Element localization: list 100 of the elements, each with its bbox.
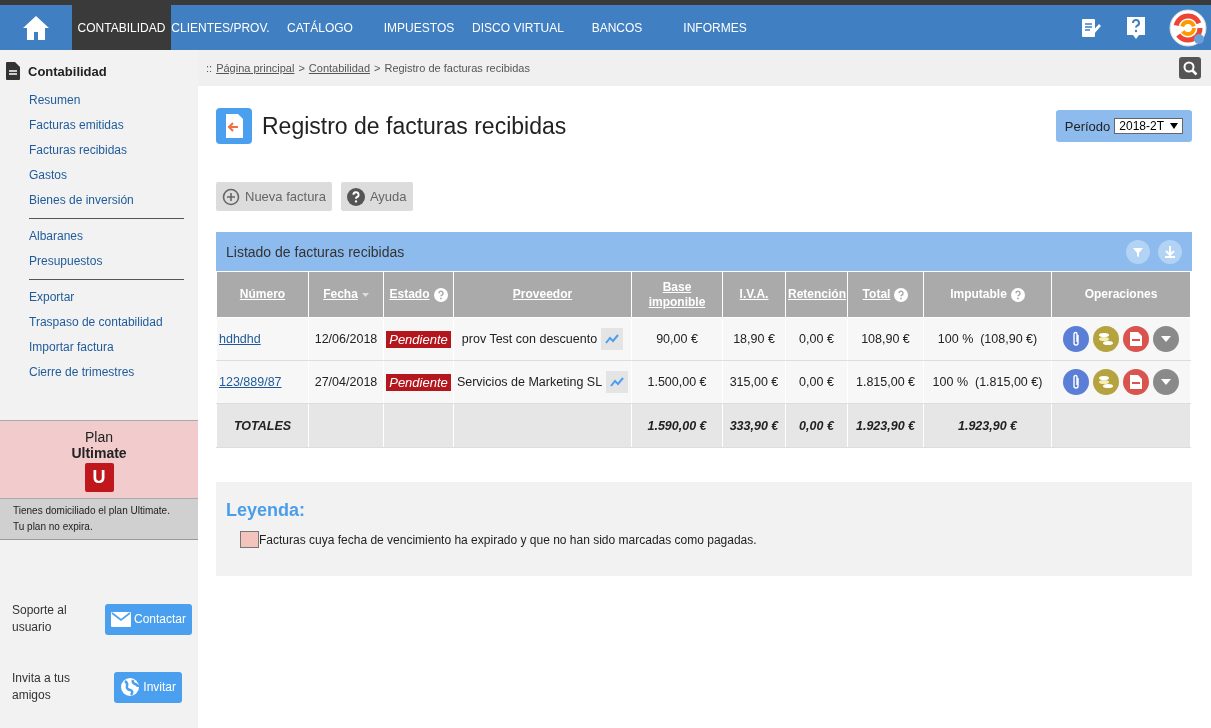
trend-icon [605,334,620,344]
table-cell: 0,00 € [785,317,848,361]
breadcrumb-separator: > [298,62,305,74]
column-header[interactable]: Fecha [308,271,384,318]
breadcrumb-link[interactable]: Página principal [216,62,295,74]
help-button[interactable]: Ayuda [340,182,413,211]
supplier-name: Servicios de Marketing SL [456,374,603,390]
column-header[interactable]: Proveedor [453,271,632,318]
table-cell: 12/06/2018 [308,317,384,361]
invite-button[interactable]: Invitar [114,671,182,703]
table-cell: 1.923,90 € [923,403,1052,448]
plan-name: Ultimate [71,445,127,461]
invoice-link[interactable]: hdhdhd [219,332,261,346]
invoice-link[interactable]: 123/889/87 [219,375,282,389]
pdf-button[interactable] [1123,326,1149,352]
column-header: Operaciones [1051,271,1191,318]
table-cell: 100 % (108,90 €) [923,317,1052,361]
sidebar-link[interactable]: Facturas recibidas [0,138,198,163]
breadcrumb-current: Registro de facturas recibidas [384,62,530,74]
download-icon [1158,239,1182,264]
nav-tab[interactable]: IMPUESTOS [370,5,468,50]
table-cell: 1.815,00 € [847,360,924,404]
table-cell: 1.590,00 € [631,403,723,448]
sidebar-link[interactable]: Facturas emitidas [0,113,198,138]
globe-icon [120,677,141,697]
period-label: Período [1064,118,1111,134]
help-button[interactable] [1125,14,1147,41]
table-cell: 333,90 € [722,403,786,448]
more-button[interactable] [1153,369,1179,395]
supplier-name: prov Test con descuento [461,331,598,347]
avatar-button[interactable] [1169,8,1207,47]
column-header[interactable]: I.V.A. [722,271,786,318]
breadcrumb-link[interactable]: Contabilidad [308,62,370,74]
chart-button[interactable] [601,328,624,350]
pdf-button[interactable] [1123,369,1149,395]
document-icon [1130,375,1142,389]
nav-tab[interactable]: BANCOS [568,5,666,50]
attach-button[interactable] [1063,326,1089,352]
sidebar-link[interactable]: Traspaso de contabilidad [0,310,198,335]
plus-circle-icon [222,187,240,206]
column-header[interactable]: Retención [785,271,848,318]
sidebar-link[interactable]: Presupuestos [0,249,198,274]
sidebar-link[interactable]: Cierre de trimestres [0,360,198,385]
period-select[interactable]: 2018-2T [1114,118,1183,134]
table-cell: 108,90 € [847,317,924,361]
nav-tab[interactable]: CATÁLOGO [270,5,370,50]
home-icon [22,14,50,41]
table-cell: 1.923,90 € [847,403,924,448]
contact-button[interactable]: Contactar [104,603,192,635]
breadcrumb-separator: :: [206,62,213,74]
download-button[interactable] [1158,239,1182,264]
nav-tab[interactable]: CONTABILIDAD [72,5,171,50]
table-cell: 1.500,00 € [631,360,723,404]
search-icon [1182,60,1198,76]
coins-icon [1098,374,1114,390]
table-cell: 0,00 € [785,403,848,448]
filter-button[interactable] [1126,239,1150,264]
sidebar-link[interactable]: Importar factura [0,335,198,360]
payment-button[interactable] [1093,369,1119,395]
sidebar-link[interactable]: Bienes de inversión [0,188,198,213]
table-cell: 18,90 € [722,317,786,361]
column-header[interactable]: Base imponible [631,271,723,318]
invoice-icon [216,108,252,144]
nav-tab[interactable]: INFORMES [666,5,764,50]
document-icon [1130,332,1142,346]
payment-button[interactable] [1093,326,1119,352]
support-text: Soporte al usuario [12,602,68,636]
table-cell: 90,00 € [631,317,723,361]
sidebar-link[interactable]: Exportar [0,285,198,310]
nav-tab[interactable]: DISCO VIRTUAL [468,5,568,50]
sidebar-title: Contabilidad [28,63,107,79]
paperclip-icon [1071,331,1081,347]
chart-button[interactable] [606,371,629,393]
plan-note: Tienes domiciliado el plan Ultimate. Tu plan no expira. [0,499,198,540]
more-button[interactable] [1153,326,1179,352]
column-header[interactable]: Estado [383,271,454,318]
filter-icon [1126,239,1150,264]
sidebar-link[interactable]: Gastos [0,163,198,188]
sidebar-link[interactable]: Resumen [0,88,198,113]
plan-badge: U [84,463,114,492]
status-badge: Pendiente [386,373,451,391]
attach-button[interactable] [1063,369,1089,395]
sidebar-link[interactable]: Albaranes [0,224,198,249]
new-invoice-button[interactable]: Nueva factura [216,182,332,211]
coins-icon [1098,331,1114,347]
sort-icon [361,292,369,297]
column-header[interactable]: Número [216,271,309,318]
help-icon [894,287,909,302]
search-button[interactable] [1179,57,1201,79]
legend-text: Facturas cuya fecha de vencimiento ha expirado y que no han sido marcadas como pagadas. [259,532,757,547]
column-header[interactable]: Total [847,271,924,318]
nav-tab[interactable]: CLIENTES/PROV. [171,5,270,50]
page-title: Registro de facturas recibidas [262,112,567,140]
plan-label: Plan [85,429,113,445]
invite-text: Invita a tus amigos [12,670,72,704]
help-icon [1010,287,1025,302]
column-header: Imputable [923,271,1052,318]
paperclip-icon [1071,374,1081,390]
table-cell: 0,00 € [785,360,848,404]
table-cell: TOTALES [216,403,309,448]
